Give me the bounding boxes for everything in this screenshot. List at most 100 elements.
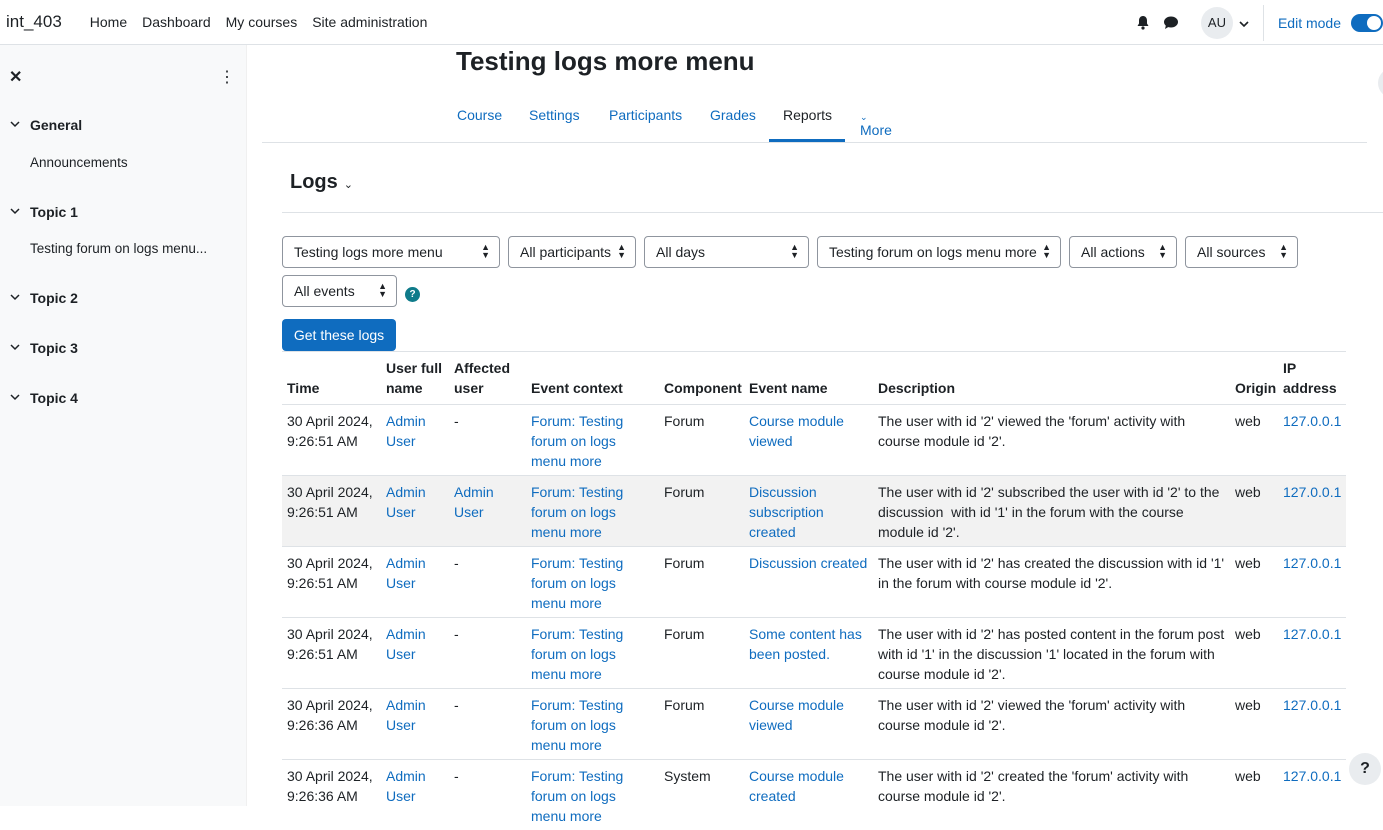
chevron-down-icon[interactable] [10,292,22,304]
context-link[interactable]: Forum: Testing forum on logs menu more [531,697,623,753]
context-link[interactable]: Forum: Testing forum on logs menu more [531,768,623,824]
tab-reports[interactable]: Reports [783,107,832,123]
event-link[interactable]: Discussion subscription created [749,484,824,540]
nav-site-administration[interactable]: Site administration [312,14,427,30]
events-select-value: All events [294,283,355,299]
edit-mode-toggle[interactable] [1351,14,1383,32]
logs-table: Time User full name Affected user Event … [282,351,1346,830]
edit-mode-label[interactable]: Edit mode [1278,15,1341,31]
table-row: 30 April 2024, 9:26:36 AM Admin User - F… [282,689,1346,760]
participants-select[interactable]: All participants ▲▼ [508,236,636,268]
section-topic-2[interactable]: Topic 2 [10,290,78,306]
chevron-down-icon[interactable] [1239,15,1249,31]
user-link[interactable]: Admin User [386,697,426,733]
cell-affected-user: - [449,618,526,689]
ip-link[interactable]: 127.0.0.1 [1283,413,1341,429]
nav-my-courses[interactable]: My courses [226,14,298,30]
actions-select[interactable]: All actions▲▼ [1069,236,1177,268]
course-select[interactable]: Testing logs more menu▲▼ [282,236,500,268]
divider [1263,5,1264,41]
chevron-down-icon[interactable] [10,342,22,354]
tab-more-label[interactable]: More [860,122,892,138]
chevron-down-icon[interactable] [10,392,22,404]
logs-heading-label[interactable]: Logs [290,171,338,193]
cell-description: The user with id '2' viewed the 'forum' … [873,405,1230,476]
ip-link[interactable]: 127.0.0.1 [1283,484,1341,500]
get-these-logs-button[interactable]: Get these logs [282,319,396,351]
site-brand[interactable]: int_403 [6,12,62,32]
logs-heading[interactable]: Logs ⌄ [290,171,353,194]
ip-link[interactable]: 127.0.0.1 [1283,626,1341,642]
ip-link[interactable]: 127.0.0.1 [1283,768,1341,784]
tab-more[interactable]: More ⌄ [860,107,868,123]
participants-select-value: All participants [520,244,611,260]
ip-link[interactable]: 127.0.0.1 [1283,697,1341,713]
nav-home[interactable]: Home [90,14,127,30]
chevron-down-icon[interactable]: ⌄ [344,179,353,191]
drawer-item-forum[interactable]: Testing forum on logs menu... [30,241,207,256]
section-topic-4[interactable]: Topic 4 [10,390,78,406]
tab-course[interactable]: Course [457,107,502,123]
affected-user-link[interactable]: Admin User [454,484,494,520]
col-user-full-name: User full name [381,352,449,405]
event-link[interactable]: Some content has been posted. [749,626,862,662]
more-options-icon[interactable]: ⋮ [219,67,235,87]
sources-select-value: All sources [1197,244,1265,260]
user-link[interactable]: Admin User [386,413,426,449]
sources-select[interactable]: All sources▲▼ [1185,236,1298,268]
event-link[interactable]: Course module viewed [749,413,844,449]
section-title[interactable]: Topic 3 [30,340,78,356]
user-link[interactable]: Admin User [386,768,426,804]
context-link[interactable]: Forum: Testing forum on logs menu more [531,555,623,611]
section-general[interactable]: General [10,117,82,133]
user-link[interactable]: Admin User [386,626,426,662]
cell-time: 30 April 2024, 9:26:36 AM [282,760,381,830]
event-link[interactable]: Discussion created [749,555,867,571]
close-icon[interactable]: ✕ [9,67,22,87]
section-title[interactable]: Topic 2 [30,290,78,306]
col-origin: Origin [1230,352,1278,405]
select-arrows-icon: ▲▼ [617,243,626,259]
cell-origin: web [1230,476,1278,547]
col-affected-user: Affected user [449,352,526,405]
context-link[interactable]: Forum: Testing forum on logs menu more [531,626,623,682]
cell-time: 30 April 2024, 9:26:51 AM [282,476,381,547]
nav-dashboard[interactable]: Dashboard [142,14,211,30]
tab-settings[interactable]: Settings [529,107,580,123]
drawer-item-announcements[interactable]: Announcements [30,155,128,170]
ip-link[interactable]: 127.0.0.1 [1283,555,1341,571]
event-link[interactable]: Course module created [749,768,844,804]
section-title[interactable]: Topic 1 [30,204,78,220]
user-link[interactable]: Admin User [386,555,426,591]
days-select[interactable]: All days▲▼ [644,236,809,268]
table-row: 30 April 2024, 9:26:51 AM Admin User - F… [282,547,1346,618]
select-arrows-icon: ▲▼ [1158,243,1167,259]
events-select[interactable]: All events▲▼ [282,275,397,307]
col-event-context: Event context [526,352,659,405]
context-link[interactable]: Forum: Testing forum on logs menu more [531,413,623,469]
bell-icon[interactable] [1129,9,1157,37]
cell-time: 30 April 2024, 9:26:36 AM [282,689,381,760]
cell-component: Forum [659,547,744,618]
col-description: Description [873,352,1230,405]
help-button[interactable]: ? [1349,753,1381,785]
section-topic-1[interactable]: Topic 1 [10,204,78,220]
tab-grades[interactable]: Grades [710,107,756,123]
chevron-down-icon[interactable] [10,119,22,131]
event-link[interactable]: Course module viewed [749,697,844,733]
context-link[interactable]: Forum: Testing forum on logs menu more [531,484,623,540]
cell-component: Forum [659,689,744,760]
section-title[interactable]: Topic 4 [30,390,78,406]
tab-participants[interactable]: Participants [609,107,682,123]
table-row: 30 April 2024, 9:26:51 AM Admin User - F… [282,618,1346,689]
user-link[interactable]: Admin User [386,484,426,520]
help-icon[interactable]: ? [405,287,420,302]
block-drawer-toggle[interactable] [1378,68,1383,98]
avatar[interactable]: AU [1201,7,1233,39]
chevron-down-icon[interactable] [10,206,22,218]
col-component: Component [659,352,744,405]
chat-icon[interactable] [1157,9,1185,37]
section-title[interactable]: General [30,117,82,133]
activity-select[interactable]: Testing forum on logs menu more▲▼ [817,236,1061,268]
section-topic-3[interactable]: Topic 3 [10,340,78,356]
